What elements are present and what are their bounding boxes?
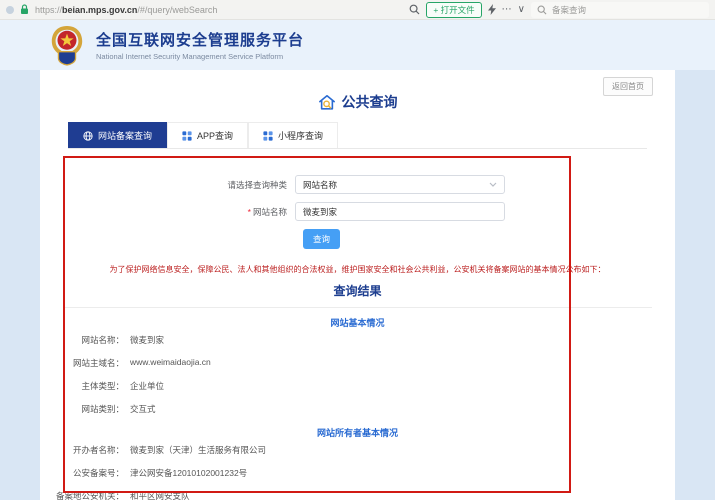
divider — [63, 307, 652, 308]
section-heading-owner-basic: 网站所有者基本情况 — [316, 428, 398, 438]
content-card: 返回首页 公共查询 网站备案查询 APP查询 小程序查询 请选择查询种类 网站名… — [40, 70, 675, 500]
result-row: 网站主域名： www.weimaidaojia.cn — [40, 357, 675, 369]
grid-icon — [263, 130, 273, 141]
url-domain: beian.mps.gov.cn — [62, 4, 138, 15]
tab-website-filing-query[interactable]: 网站备案查询 — [68, 122, 168, 148]
quick-search-text: 备案查询 — [552, 4, 587, 15]
result-row: 开办者名称： 微麦到家（天津）生活服务有限公司 — [40, 444, 675, 456]
row-value: 企业单位 — [130, 381, 165, 391]
tab-miniprogram-query[interactable]: 小程序查询 — [248, 122, 339, 148]
tab-label: 网站备案查询 — [98, 131, 153, 141]
result-row: 网站类别： 交互式 — [40, 403, 675, 415]
row-label: 备案地公安机关： — [55, 491, 124, 500]
query-type-label: 请选择查询种类 — [227, 179, 287, 190]
website-name-label: * 网站名称 — [247, 206, 287, 217]
website-name-value: 微麦到家 — [303, 206, 338, 217]
page-title-row: 公共查询 — [40, 70, 675, 112]
back-home-button[interactable]: 返回首页 — [603, 77, 653, 96]
website-name-row: * 网站名称 微麦到家 — [40, 202, 675, 221]
search-icon[interactable] — [409, 4, 420, 15]
row-label: 开办者名称： — [72, 445, 124, 455]
site-title: 全国互联网安全管理服务平台 — [96, 32, 305, 49]
tab-label: APP查询 — [197, 131, 234, 141]
row-value: 交互式 — [130, 404, 156, 414]
quick-search-field[interactable]: 备案查询 — [531, 1, 709, 18]
lock-icon — [20, 4, 29, 15]
result-row: 备案地公安机关： 和平区网安支队 — [40, 490, 675, 500]
grid-icon — [182, 130, 192, 141]
row-label: 网站名称： — [81, 335, 124, 345]
more-icon[interactable]: ⋯ — [502, 4, 512, 15]
legal-notice: 为了保护网络信息安全，保障公民、法人和其他组织的合法权益，维护国家安全和社会公共… — [109, 265, 606, 274]
globe-icon — [83, 130, 93, 141]
tab-favicon-dot — [6, 5, 14, 14]
row-label: 主体类型： — [81, 381, 124, 391]
result-row: 网站名称： 微麦到家 — [40, 334, 675, 346]
address-bar[interactable]: https://beian.mps.gov.cn/#/query/webSear… — [35, 5, 217, 15]
row-label: 网站主域名： — [72, 358, 124, 368]
tab-label: 小程序查询 — [278, 131, 324, 141]
query-type-select[interactable]: 网站名称 — [295, 175, 505, 194]
row-label: 网站类别： — [81, 404, 124, 414]
url-path: /#/query/webSearch — [137, 4, 218, 15]
website-name-input[interactable]: 微麦到家 — [295, 202, 505, 221]
browser-bar: https://beian.mps.gov.cn/#/query/webSear… — [0, 0, 715, 20]
search-icon — [537, 5, 547, 15]
query-tabs: 网站备案查询 APP查询 小程序查询 — [68, 122, 647, 149]
row-value: 和平区网安支队 — [130, 491, 190, 500]
row-value: 津公网安备12010102001232号 — [130, 468, 248, 478]
chevron-down-icon[interactable]: ∨ — [518, 4, 525, 15]
tab-app-query[interactable]: APP查询 — [167, 122, 249, 148]
site-subtitle: National Internet Security Management Se… — [96, 52, 284, 61]
select-chevron-icon — [489, 182, 497, 187]
page-title: 公共查询 — [341, 94, 398, 110]
site-title-block: 全国互联网安全管理服务平台 National Internet Security… — [96, 29, 304, 61]
owner-basic-rows: 开办者名称： 微麦到家（天津）生活服务有限公司 公安备案号： 津公网安备1201… — [40, 444, 675, 500]
row-label: 公安备案号： — [72, 468, 124, 478]
query-submit-button[interactable]: 查询 — [303, 229, 341, 249]
result-row: 主体类型： 企业单位 — [40, 380, 675, 392]
police-emblem-logo — [48, 24, 86, 66]
row-value: 微麦到家（天津）生活服务有限公司 — [130, 445, 267, 455]
row-value: 微麦到家 — [130, 335, 165, 345]
open-file-button[interactable]: + 打开文件 — [426, 1, 482, 18]
query-type-value: 网站名称 — [303, 179, 338, 190]
result-row: 公安备案号： 津公网安备12010102001232号 — [40, 467, 675, 479]
website-basic-rows: 网站名称： 微麦到家 网站主域名： www.weimaidaojia.cn 主体… — [40, 334, 675, 415]
section-heading-website-basic: 网站基本情况 — [330, 318, 385, 328]
house-search-icon — [318, 94, 336, 111]
results-title: 查询结果 — [333, 284, 382, 298]
site-header: 全国互联网安全管理服务平台 National Internet Security… — [0, 20, 715, 70]
query-type-row: 请选择查询种类 网站名称 — [40, 175, 675, 194]
query-form: 请选择查询种类 网站名称 * 网站名称 微麦到家 查询 — [40, 175, 675, 249]
lightning-icon[interactable] — [487, 4, 496, 15]
row-value: www.weimaidaojia.cn — [130, 357, 211, 367]
required-asterisk: * — [247, 206, 251, 217]
submit-row: 查询 — [303, 229, 675, 249]
url-scheme: https:// — [35, 4, 63, 15]
